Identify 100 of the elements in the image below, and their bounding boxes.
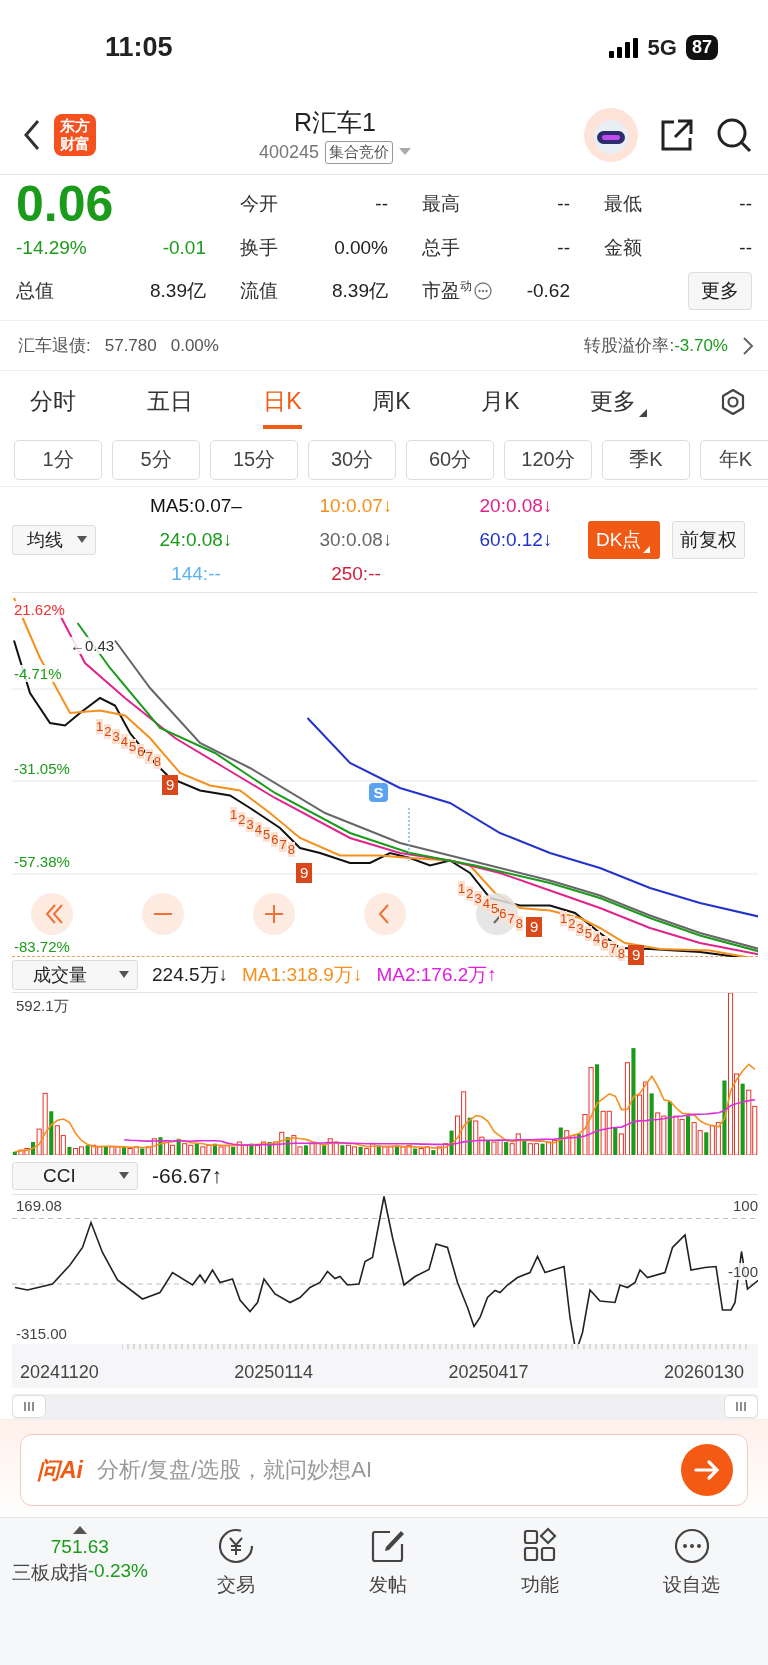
bond-change: 0.00%	[170, 335, 219, 356]
network-label: 5G	[647, 34, 677, 61]
stat-label: 总手	[422, 236, 460, 260]
axis-label: 21.62%	[14, 601, 65, 618]
interval-button[interactable]: 季K	[602, 439, 690, 480]
date-label: 20250417	[448, 1361, 529, 1383]
date-label: 20241120	[20, 1361, 99, 1383]
ai-brand-label: 问Ai	[37, 1455, 83, 1485]
interval-button[interactable]: 1分	[14, 439, 102, 480]
axis-label: -100	[727, 1263, 758, 1280]
caret-icon	[77, 535, 87, 544]
premium-label: 转股溢价率:	[584, 335, 675, 357]
ma-value: 60:0.12↓	[479, 528, 553, 551]
more-menu[interactable]: 更多	[590, 375, 648, 429]
auction-tag: 集合竞价	[325, 140, 394, 164]
change-amount: -0.01	[162, 237, 206, 259]
indicator-dropdown[interactable]: CCI	[12, 1161, 138, 1190]
nav-item[interactable]: 功能	[463, 1526, 616, 1598]
back-icon[interactable]	[22, 118, 42, 151]
search-icon[interactable]	[716, 116, 752, 153]
volume-value: 224.5万↓	[152, 962, 229, 987]
sequence-mark: 9	[526, 917, 543, 937]
ma-value: 144:--	[171, 562, 221, 585]
scroll-handle[interactable]	[724, 1395, 758, 1418]
sequence-mark: 9	[296, 863, 313, 883]
adjust-button[interactable]: 前复权	[672, 520, 746, 559]
index-name: 三板成指	[11, 1561, 88, 1585]
indicator-value: -66.67↑	[152, 1163, 223, 1188]
battery-level: 87	[685, 35, 718, 60]
up-arrow-icon	[72, 1526, 87, 1534]
scroll-handle[interactable]	[12, 1395, 46, 1418]
caret-icon	[119, 1171, 129, 1180]
stat-label: 总值	[16, 279, 54, 303]
interval-button[interactable]: 15分	[210, 439, 298, 480]
stat-label: 最低	[604, 192, 642, 216]
index-change: -0.23%	[87, 1560, 148, 1581]
stat-value: --	[557, 193, 570, 215]
stat-label: 最高	[422, 192, 460, 216]
sequence-mark: 9	[162, 775, 179, 795]
period-tab[interactable]: 五日	[146, 375, 193, 429]
index-value: 751.63	[50, 1536, 109, 1558]
stat-value: --	[739, 237, 752, 259]
date-label: 20260130	[663, 1361, 744, 1383]
chevron-right-icon[interactable]	[476, 893, 518, 935]
ma-value: 24:0.08↓	[159, 528, 233, 551]
caret-icon	[639, 408, 648, 417]
ma-value: 250:--	[331, 562, 381, 585]
stock-title: R汇车1	[294, 106, 376, 138]
chevron-right-icon[interactable]	[742, 335, 754, 356]
stat-label: 换手	[240, 236, 278, 260]
stat-value: --	[375, 193, 388, 215]
sell-signal: S	[369, 783, 388, 802]
interval-button[interactable]: 30分	[308, 439, 396, 480]
stat-value: -0.62	[526, 280, 570, 302]
sequence-mark: 9	[628, 945, 645, 965]
nav-item[interactable]: 交易	[159, 1526, 312, 1598]
period-tab[interactable]: 月K	[481, 375, 520, 429]
stat-label: 金额	[604, 236, 642, 260]
caret-icon[interactable]	[399, 148, 412, 156]
ask-ai-field[interactable]: 分析/复盘/选股，就问妙想AI	[97, 1457, 667, 1483]
stat-value: 0.00%	[334, 237, 388, 259]
stat-label: 今开	[240, 192, 278, 216]
stat-value: --	[739, 193, 752, 215]
interval-button[interactable]: 5分	[112, 439, 200, 480]
signal-icon	[608, 37, 639, 58]
indicator-dropdown[interactable]: 成交量	[12, 959, 138, 990]
stat-value: 8.39亿	[332, 279, 388, 303]
interval-button[interactable]: 120分	[504, 439, 592, 480]
corner-icon	[643, 545, 651, 553]
stock-code: 400245	[258, 141, 320, 163]
axis-label: -4.71%	[14, 665, 62, 682]
stat-label: 流值	[240, 279, 278, 303]
sequence-count: 12345678	[96, 719, 162, 769]
share-icon[interactable]	[660, 117, 694, 152]
period-tab[interactable]: 周K	[372, 375, 411, 429]
last-price: 0.06	[16, 181, 115, 227]
nav-item[interactable]: 发帖	[311, 1526, 464, 1598]
stat-value: 8.39亿	[150, 279, 206, 303]
volume-ma-value: MA1:318.9万↓	[242, 962, 363, 987]
change-percent: -14.29%	[16, 237, 87, 259]
info-icon[interactable]	[474, 282, 492, 300]
more-button[interactable]: 更多	[688, 272, 752, 310]
ma-value: 10:0.07↓	[319, 494, 393, 517]
bond-label: 汇车退债:	[18, 335, 91, 357]
interval-button[interactable]: 60分	[406, 439, 494, 480]
interval-button[interactable]: 年K	[700, 439, 768, 480]
send-icon[interactable]	[681, 1444, 733, 1496]
zoom-in-icon[interactable]	[253, 893, 295, 935]
sequence-count: 12354678	[560, 911, 626, 961]
ma-value: MA5:0.07–	[150, 494, 242, 517]
robot-avatar-icon[interactable]	[584, 107, 638, 162]
premium-value: -3.70%	[674, 335, 728, 356]
stat-value: --	[557, 237, 570, 259]
double-chevron-left-icon[interactable]	[31, 893, 73, 935]
ma-value: 30:0.08↓	[319, 528, 393, 551]
indicator-dropdown[interactable]: 均线	[12, 524, 96, 555]
nav-item[interactable]: 设自选	[615, 1526, 768, 1598]
chevron-left-icon[interactable]	[364, 893, 406, 935]
period-tab[interactable]: 分时	[30, 375, 76, 429]
clock-time: 11:05	[105, 32, 173, 63]
